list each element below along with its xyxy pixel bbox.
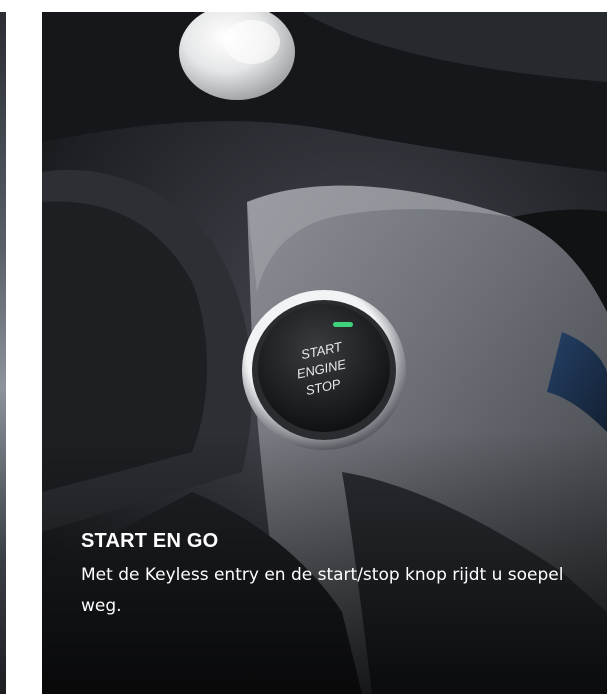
slide-title: START EN GO	[81, 530, 219, 552]
slide-description: Met de Keyless entry en de start/stop kn…	[81, 565, 564, 616]
slide-caption: START EN GO Met de Keyless entry en de s…	[81, 528, 581, 622]
previous-slide-edge[interactable]	[0, 12, 6, 694]
feature-slide-card: START ENGINE STOP START EN GO Met de Key…	[42, 12, 607, 694]
status-led-indicator	[333, 322, 353, 327]
page: START ENGINE STOP START EN GO Met de Key…	[0, 0, 607, 694]
